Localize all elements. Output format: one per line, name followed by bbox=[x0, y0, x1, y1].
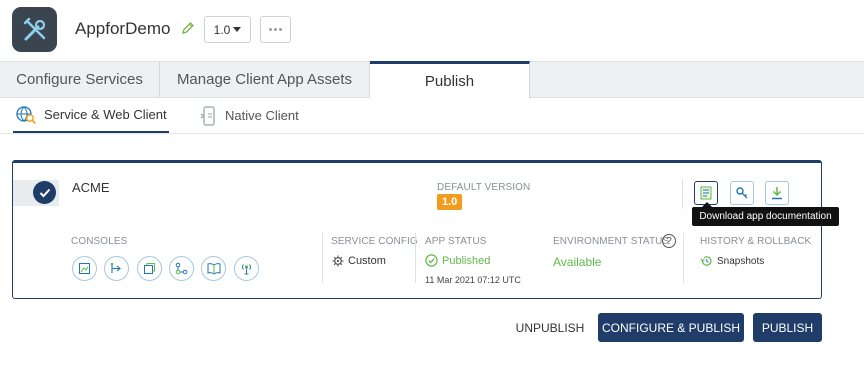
default-version-badge: 1.0 bbox=[437, 194, 463, 210]
main-tabs: Configure Services Manage Client App Ass… bbox=[0, 61, 864, 98]
app-icon bbox=[12, 7, 57, 52]
book-console-icon bbox=[207, 263, 220, 275]
environment-status-value: Available bbox=[553, 255, 602, 269]
document-download-icon bbox=[700, 186, 712, 200]
console-button-5[interactable] bbox=[201, 256, 226, 281]
selected-check-icon[interactable] bbox=[33, 181, 56, 204]
check-circle-icon bbox=[425, 254, 438, 267]
sub-tabs: Service & Web Client Native Client bbox=[0, 98, 864, 134]
environment-card: ACME DEFAULT VERSION 1.0 CONSOLES SERVIC… bbox=[12, 160, 822, 299]
image-console-icon bbox=[79, 263, 90, 274]
configure-publish-button[interactable]: CONFIGURE & PUBLISH bbox=[598, 313, 744, 342]
keys-button[interactable] bbox=[730, 181, 754, 205]
tooltip: Download app documentation bbox=[692, 202, 839, 226]
gear-icon bbox=[332, 255, 344, 267]
app-status-date: 11 Mar 2021 07:12 UTC bbox=[425, 275, 521, 285]
download-icon bbox=[772, 187, 782, 200]
console-button-2[interactable] bbox=[104, 256, 129, 281]
subtab-label: Native Client bbox=[225, 108, 299, 123]
publish-button[interactable]: PUBLISH bbox=[753, 313, 822, 342]
globe-search-icon bbox=[16, 105, 36, 124]
console-button-1[interactable] bbox=[72, 256, 97, 281]
tab-publish[interactable]: Publish bbox=[370, 61, 530, 98]
caret-down-icon bbox=[233, 27, 242, 32]
mobile-device-icon bbox=[200, 105, 215, 126]
divider bbox=[682, 179, 683, 209]
app-status-label: APP STATUS bbox=[425, 236, 487, 247]
version-value: 1.0 bbox=[213, 22, 231, 37]
divider bbox=[415, 233, 416, 283]
app-status-value: Published bbox=[425, 254, 490, 267]
pencil-icon[interactable] bbox=[181, 21, 195, 40]
key-icon bbox=[736, 187, 748, 199]
unpublish-button[interactable]: UNPUBLISH bbox=[514, 313, 586, 342]
tools-icon bbox=[23, 17, 45, 40]
console-button-6[interactable] bbox=[234, 256, 259, 281]
version-dropdown[interactable]: 1.0 bbox=[204, 16, 251, 43]
broadcast-console-icon bbox=[242, 264, 251, 275]
subtab-label: Service & Web Client bbox=[44, 107, 167, 122]
divider bbox=[322, 233, 323, 283]
service-config-value[interactable]: Custom bbox=[332, 255, 386, 267]
environment-status-label: ENVIRONMENT STATUS bbox=[553, 236, 670, 247]
environment-name: ACME bbox=[72, 180, 110, 195]
snapshots-link[interactable]: Snapshots bbox=[700, 255, 764, 267]
snapshots-text: Snapshots bbox=[717, 255, 765, 267]
copy-console-icon bbox=[144, 263, 155, 274]
download-button[interactable] bbox=[765, 181, 789, 205]
subtab-service-web-client[interactable]: Service & Web Client bbox=[13, 98, 169, 133]
more-options-button[interactable] bbox=[260, 16, 291, 43]
consoles-label: CONSOLES bbox=[71, 236, 128, 247]
subtab-native-client[interactable]: Native Client bbox=[200, 98, 299, 133]
console-button-3[interactable] bbox=[137, 256, 162, 281]
service-config-text: Custom bbox=[348, 255, 386, 267]
history-icon bbox=[700, 256, 712, 266]
help-icon[interactable]: ? bbox=[662, 234, 676, 248]
console-button-4[interactable] bbox=[169, 256, 194, 281]
divider bbox=[683, 233, 684, 283]
ellipsis-icon bbox=[269, 28, 272, 31]
history-rollback-label: HISTORY & ROLLBACK bbox=[700, 236, 812, 247]
app-status-text: Published bbox=[442, 254, 491, 267]
workflow-console-icon bbox=[175, 262, 188, 275]
tab-configure-services[interactable]: Configure Services bbox=[0, 62, 160, 97]
tab-manage-client-app-assets[interactable]: Manage Client App Assets bbox=[160, 62, 370, 97]
app-name: AppforDemo bbox=[75, 19, 171, 38]
service-config-label: SERVICE CONFIG bbox=[331, 236, 418, 247]
default-version-label: DEFAULT VERSION bbox=[437, 182, 531, 193]
flow-console-icon bbox=[110, 262, 121, 273]
